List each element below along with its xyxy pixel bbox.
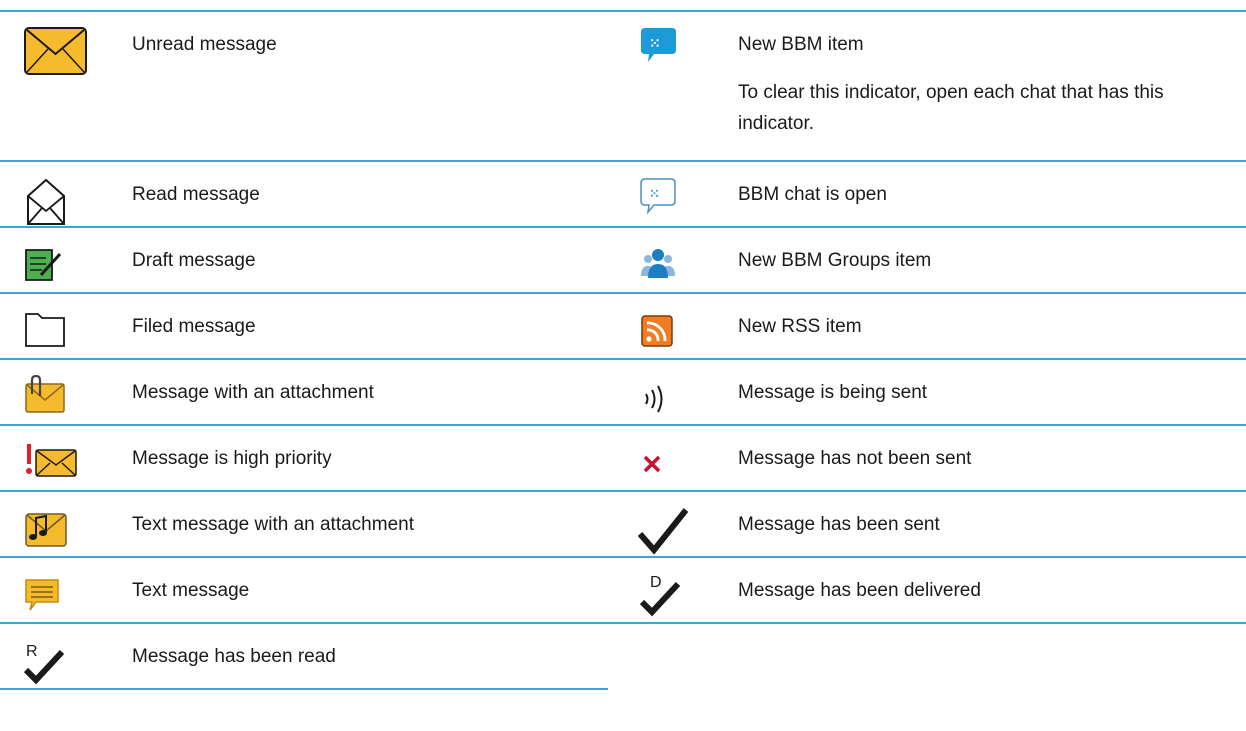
folder-icon bbox=[22, 306, 90, 360]
table-row: New BBM Groups item bbox=[608, 226, 1246, 292]
svg-text:R: R bbox=[26, 643, 38, 660]
table-row: ⁙ BBM chat is open bbox=[608, 160, 1246, 226]
sending-waves-icon bbox=[638, 372, 706, 426]
svg-text:D: D bbox=[650, 574, 662, 591]
table-row: Read message bbox=[0, 160, 608, 226]
item-description: New BBM item To clear this indicator, op… bbox=[738, 29, 1221, 139]
table-row: Message is high priority bbox=[0, 424, 608, 490]
table-row: Message has been sent bbox=[608, 490, 1246, 556]
bbm-chat-open-icon: ⁙ bbox=[638, 174, 706, 228]
table-row: ⁙ New BBM item To clear this indicator, … bbox=[608, 10, 1246, 160]
not-sent-x-icon bbox=[638, 438, 706, 492]
item-label: New BBM item bbox=[738, 34, 864, 55]
table-row: Filed message bbox=[0, 292, 608, 358]
bbm-groups-icon bbox=[638, 240, 706, 294]
high-priority-envelope-icon bbox=[22, 438, 90, 492]
svg-text:⁙: ⁙ bbox=[649, 35, 661, 51]
table-row: D Message has been delivered bbox=[608, 556, 1246, 624]
read-r-check-icon: R bbox=[22, 636, 90, 690]
item-label: Message is being sent bbox=[738, 382, 928, 403]
table-row: Unread message bbox=[0, 10, 608, 160]
table-row: Message is being sent bbox=[608, 358, 1246, 424]
draft-icon bbox=[22, 240, 90, 294]
text-attachment-envelope-icon bbox=[22, 504, 90, 558]
item-label: BBM chat is open bbox=[738, 184, 887, 205]
item-label: New RSS item bbox=[738, 316, 862, 337]
bbm-new-item-icon: ⁙ bbox=[638, 24, 706, 78]
item-label: Unread message bbox=[132, 34, 277, 55]
text-message-bubble-icon bbox=[22, 570, 90, 624]
attachment-envelope-icon bbox=[22, 372, 90, 426]
item-label: Message has been delivered bbox=[738, 580, 981, 601]
item-label: Message is high priority bbox=[132, 448, 332, 469]
item-label: Draft message bbox=[132, 250, 256, 271]
item-note: To clear this indicator, open each chat … bbox=[738, 82, 1164, 134]
left-icon-table: Unread message Read message Draft messag… bbox=[0, 10, 608, 690]
item-label: Message has not been sent bbox=[738, 448, 972, 469]
table-row: New RSS item bbox=[608, 292, 1246, 358]
read-envelope-icon bbox=[22, 174, 90, 228]
rss-icon bbox=[638, 306, 706, 360]
right-icon-table: ⁙ New BBM item To clear this indicator, … bbox=[608, 10, 1246, 624]
item-label: Read message bbox=[132, 184, 260, 205]
item-label: Filed message bbox=[132, 316, 256, 337]
table-row: Text message with an attachment bbox=[0, 490, 608, 556]
table-row: Message has not been sent bbox=[608, 424, 1246, 490]
table-row: Message with an attachment bbox=[0, 358, 608, 424]
item-label: Message has been read bbox=[132, 646, 336, 667]
item-label: Text message bbox=[132, 580, 250, 601]
svg-text:⁙: ⁙ bbox=[649, 186, 660, 201]
item-label: Text message with an attachment bbox=[132, 514, 414, 535]
unread-envelope-icon bbox=[22, 24, 90, 78]
item-label: New BBM Groups item bbox=[738, 250, 932, 271]
table-row: Draft message bbox=[0, 226, 608, 292]
table-row: Text message bbox=[0, 556, 608, 622]
sent-check-icon bbox=[638, 504, 706, 558]
delivered-d-check-icon: D bbox=[638, 570, 706, 624]
item-label: Message with an attachment bbox=[132, 382, 374, 403]
item-label: Message has been sent bbox=[738, 514, 940, 535]
table-row: R Message has been read bbox=[0, 622, 608, 690]
